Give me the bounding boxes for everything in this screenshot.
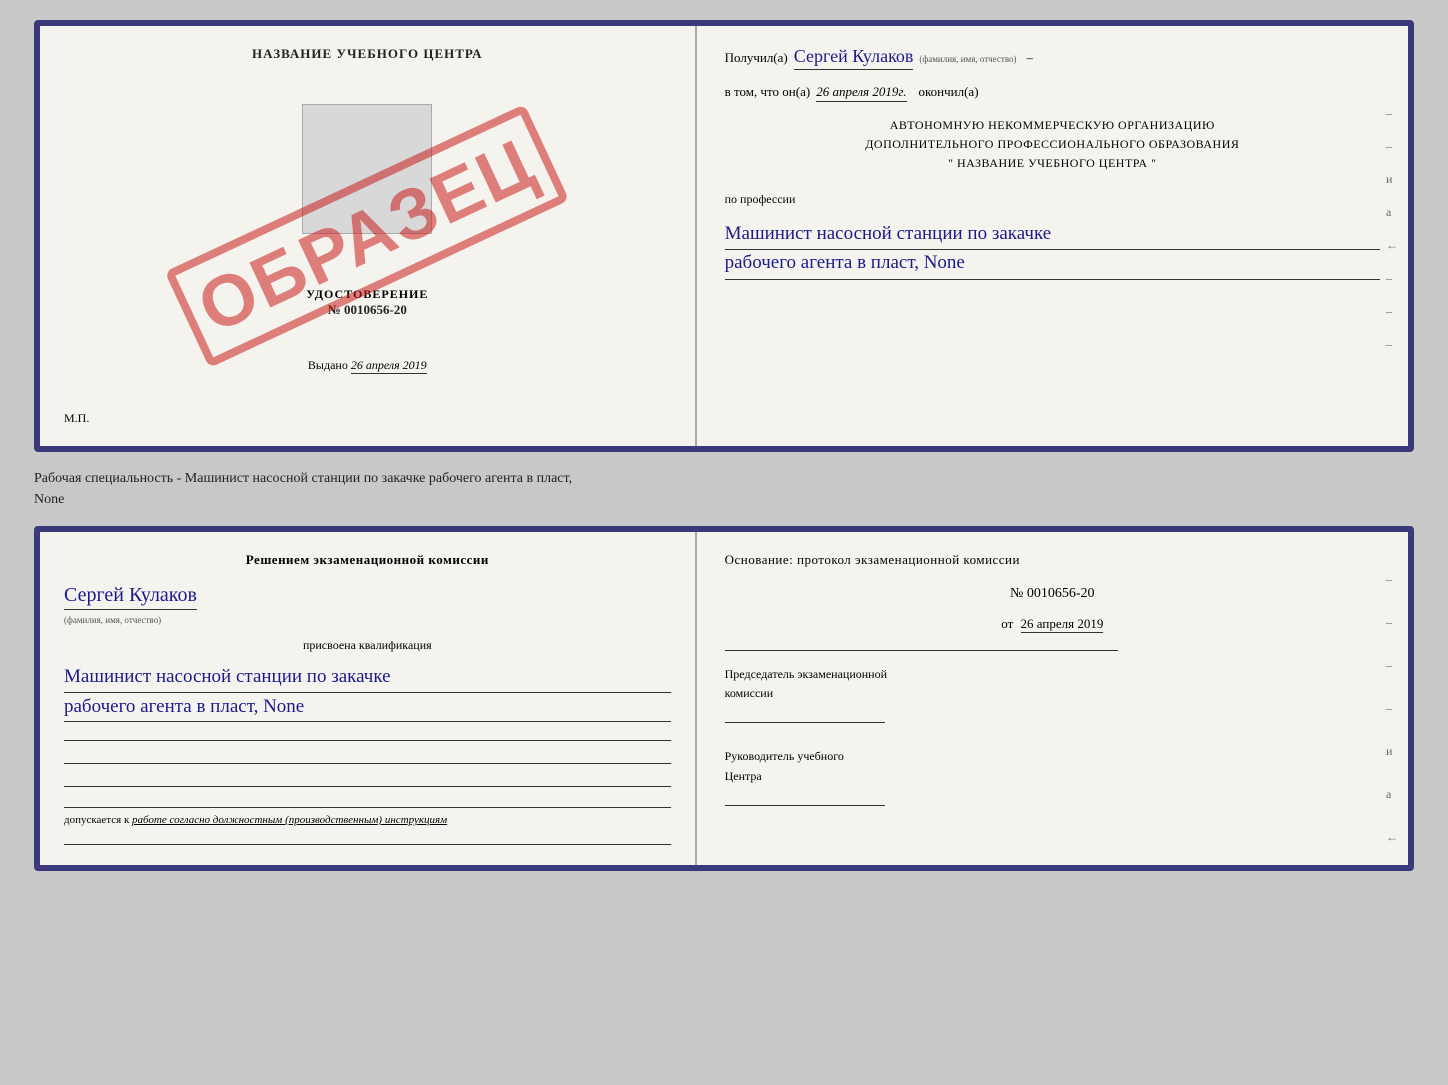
org-line3: " НАЗВАНИЕ УЧЕБНОГО ЦЕНТРА " [725, 154, 1380, 173]
separator-line1 [64, 740, 671, 741]
udo-number: № 0010656-20 [306, 302, 428, 318]
middle-line1: Рабочая специальность - Машинист насосно… [34, 471, 572, 486]
ot-date-line: от 26 апреля 2019 [725, 616, 1380, 632]
rukovoditel-line2: Центра [725, 767, 1380, 786]
top-document: НАЗВАНИЕ УЧЕБНОГО ЦЕНТРА УДОСТОВЕРЕНИЕ №… [34, 20, 1414, 452]
udostoverenie-block: УДОСТОВЕРЕНИЕ № 0010656-20 [306, 287, 428, 318]
middle-text-block: Рабочая специальность - Машинист насосно… [34, 464, 1414, 514]
separator-line2 [64, 763, 671, 764]
predsedatel-line1: Председатель экзаменационной [725, 665, 1380, 684]
rukovoditel-block: Руководитель учебного Центра [725, 747, 1380, 805]
top-doc-right: Получил(а) Сергей Кулаков (фамилия, имя,… [697, 26, 1408, 446]
ot-date-value: 26 апреля 2019 [1021, 616, 1104, 633]
mp-label: М.П. [64, 411, 89, 426]
predsedatel-block: Председатель экзаменационной комиссии [725, 665, 1380, 723]
predsedatel-line2: комиссии [725, 684, 1380, 703]
fio-block-bottom: Сергей Кулаков (фамилия, имя, отчество) [64, 584, 671, 628]
right-dashes-bottom: – – – – и а ← – – – – [1386, 572, 1398, 871]
protocol-number: № 0010656-20 [725, 586, 1380, 602]
profession-line2: рабочего агента в пласт, None [725, 250, 1380, 280]
bottom-fio-hint: (фамилия, имя, отчество) [64, 615, 161, 625]
okonchil-label: окончил(а) [919, 84, 979, 100]
stamp-placeholder [302, 104, 432, 234]
top-left-title: НАЗВАНИЕ УЧЕБНОГО ЦЕНТРА [252, 46, 483, 62]
kvali-line1: Машинист насосной станции по закачке [64, 663, 671, 693]
dopuskaetsya-block: допускается к работе согласно должностны… [64, 807, 671, 826]
po-professii-label: по профессии [725, 192, 1380, 207]
rukovoditel-line1: Руководитель учебного [725, 747, 1380, 766]
vydano-date: 26 апреля 2019 [351, 358, 427, 374]
poluchil-label: Получил(а) [725, 50, 788, 66]
bottom-line [64, 844, 671, 845]
udo-title: УДОСТОВЕРЕНИЕ [306, 287, 428, 302]
bottom-document: Решением экзаменационной комиссии Сергей… [34, 526, 1414, 871]
completion-date: 26 апреля 2019г. [816, 84, 906, 102]
kvali-block: Машинист насосной станции по закачке раб… [64, 663, 671, 722]
top-doc-left: НАЗВАНИЕ УЧЕБНОГО ЦЕНТРА УДОСТОВЕРЕНИЕ №… [40, 26, 697, 446]
vtom-line: в том, что он(а) 26 апреля 2019г. окончи… [725, 84, 1380, 102]
kvali-line2: рабочего агента в пласт, None [64, 693, 671, 723]
profession-block: Машинист насосной станции по закачке раб… [725, 221, 1380, 280]
ot-underline [725, 650, 1118, 651]
org-line2: ДОПОЛНИТЕЛЬНОГО ПРОФЕССИОНАЛЬНОГО ОБРАЗО… [725, 135, 1380, 154]
separator-line3 [64, 786, 671, 787]
osnovanie-title: Основание: протокол экзаменационной коми… [725, 552, 1380, 568]
predsedatel-signature-line [725, 707, 885, 723]
vydano-prefix: Выдано [308, 358, 348, 372]
dash-after-fio: – [1027, 50, 1034, 66]
resheniem-text: Решением экзаменационной комиссии [64, 552, 671, 568]
vydano-line: Выдано 26 апреля 2019 [308, 358, 427, 373]
vtom-label: в том, что он(а) [725, 84, 811, 100]
bottom-doc-right: Основание: протокол экзаменационной коми… [697, 532, 1408, 865]
prisvoena-text: присвоена квалификация [64, 638, 671, 653]
fio-hint: (фамилия, имя, отчество) [919, 54, 1016, 64]
middle-line2: None [34, 492, 64, 507]
rukovoditel-signature-line [725, 790, 885, 806]
bottom-fio: Сергей Кулаков [64, 584, 197, 610]
recipient-fio: Сергей Кулаков [794, 46, 914, 70]
dopusk-prefix: допускается к [64, 814, 129, 826]
org-block: АВТОНОМНУЮ НЕКОММЕРЧЕСКУЮ ОРГАНИЗАЦИЮ ДО… [725, 116, 1380, 174]
poluchil-line: Получил(а) Сергей Кулаков (фамилия, имя,… [725, 46, 1380, 70]
ot-prefix: от [1001, 616, 1013, 631]
dopusk-text: работе согласно должностным (производств… [132, 814, 447, 826]
profession-line1: Машинист насосной станции по закачке [725, 221, 1380, 251]
bottom-doc-left: Решением экзаменационной комиссии Сергей… [40, 532, 697, 865]
right-dashes-top: – – и а ← – – – [1386, 106, 1398, 352]
org-line1: АВТОНОМНУЮ НЕКОММЕРЧЕСКУЮ ОРГАНИЗАЦИЮ [725, 116, 1380, 135]
